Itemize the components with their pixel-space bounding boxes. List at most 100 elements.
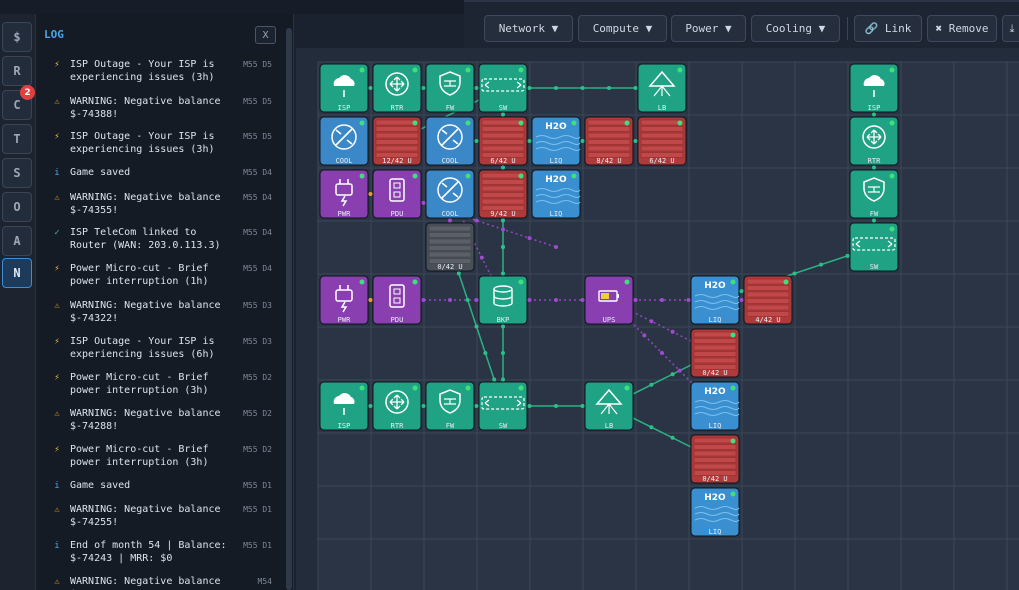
link-button[interactable]: 🔗 Link bbox=[854, 15, 922, 42]
compute-menu-button[interactable]: Compute ▼ bbox=[578, 15, 667, 42]
warning-icon: ⚠ bbox=[54, 409, 60, 419]
cooling-menu-button[interactable]: Cooling ▼ bbox=[751, 15, 840, 42]
status-led-icon bbox=[730, 332, 736, 338]
log-panel: LOG X ⚡ ISP Outage - Your ISP is experien… bbox=[36, 14, 294, 590]
tile-backup[interactable]: BKP bbox=[478, 275, 528, 325]
tile-switch[interactable]: SW bbox=[478, 63, 528, 113]
log-message: WARNING: Negative balance $-74322! bbox=[70, 300, 221, 324]
datacenter-board[interactable]: ISP RTR FW SW LB ISP COOL 12/42 U COOL 6/42 U H2O L… bbox=[296, 48, 1019, 590]
rack-unit-icon bbox=[481, 132, 525, 139]
tile-label: COOL bbox=[442, 210, 459, 218]
tile-rack[interactable]: 6/42 U bbox=[478, 116, 528, 166]
tile-switch[interactable]: SW bbox=[849, 222, 899, 272]
rack-unit-icon bbox=[746, 278, 790, 285]
link-node bbox=[527, 86, 532, 90]
tile-rack[interactable]: 4/42 U bbox=[743, 275, 793, 325]
rack-unit-icon bbox=[481, 119, 525, 126]
tile-rack[interactable]: 9/42 U bbox=[478, 169, 528, 219]
tile-label: LIQ bbox=[550, 157, 563, 165]
tile-rack[interactable]: 8/42 U bbox=[584, 116, 634, 166]
link-node bbox=[819, 262, 823, 267]
nav-btn-r[interactable]: R bbox=[2, 56, 32, 86]
remove-button[interactable]: ✖ Remove bbox=[927, 15, 997, 42]
tile-router[interactable]: RTR bbox=[849, 116, 899, 166]
nav-btn-a[interactable]: A bbox=[2, 226, 32, 256]
tile-label: PWR bbox=[338, 316, 351, 324]
tile-pdu[interactable]: PDU bbox=[372, 275, 422, 325]
tile-loadbalancer[interactable]: LB bbox=[584, 381, 634, 431]
tile-power[interactable]: PWR bbox=[319, 169, 369, 219]
link-node bbox=[421, 298, 426, 302]
board-grid[interactable]: ISP RTR FW SW LB ISP COOL 12/42 U COOL 6/42 U H2O L… bbox=[296, 48, 1019, 590]
extra-tool-button[interactable]: ⤓ bbox=[1002, 15, 1019, 42]
link-node bbox=[456, 271, 461, 276]
link-node bbox=[368, 404, 373, 408]
status-led-icon bbox=[730, 279, 736, 285]
tile-switch[interactable]: SW bbox=[478, 381, 528, 431]
tile-cooler[interactable]: COOL bbox=[425, 116, 475, 166]
rack-unit-icon bbox=[375, 145, 419, 152]
nav-btn-label: O bbox=[13, 200, 21, 214]
log-scrollbar[interactable] bbox=[286, 28, 292, 590]
tile-isp[interactable]: ISP bbox=[849, 63, 899, 113]
lightning-icon: ⚡ bbox=[54, 445, 60, 455]
info-icon: i bbox=[54, 541, 60, 551]
tile-power[interactable]: PWR bbox=[319, 275, 369, 325]
log-scroll-thumb[interactable] bbox=[286, 28, 292, 590]
link-node bbox=[527, 236, 532, 241]
tile-emptyrack[interactable]: 0/42 U bbox=[425, 222, 475, 272]
nav-btn-s[interactable]: S bbox=[2, 158, 32, 188]
nav-btn-money[interactable]: $ bbox=[2, 22, 32, 52]
tile-firewall[interactable]: FW bbox=[425, 63, 475, 113]
log-timestamp: M55 D4 bbox=[243, 228, 272, 237]
link-node bbox=[872, 165, 876, 170]
tile-liquid[interactable]: H2O LIQ bbox=[690, 275, 740, 325]
link-node bbox=[580, 298, 585, 302]
tile-firewall[interactable]: FW bbox=[849, 169, 899, 219]
nav-btn-n[interactable]: N bbox=[2, 258, 32, 288]
tile-router[interactable]: RTR bbox=[372, 63, 422, 113]
info-icon: i bbox=[54, 481, 60, 491]
tile-label: PWR bbox=[338, 210, 351, 218]
tile-cooler[interactable]: COOL bbox=[425, 169, 475, 219]
rack-unit-icon bbox=[746, 285, 790, 291]
tile-loadbalancer[interactable]: LB bbox=[637, 63, 687, 113]
nav-btn-t[interactable]: T bbox=[2, 124, 32, 154]
link-node bbox=[492, 377, 497, 382]
tile-cooler[interactable]: COOL bbox=[319, 116, 369, 166]
tile-rack[interactable]: 12/42 U bbox=[372, 116, 422, 166]
nav-btn-label: N bbox=[13, 266, 21, 280]
log-close-button[interactable]: X bbox=[255, 26, 276, 44]
tile-router[interactable]: RTR bbox=[372, 381, 422, 431]
warning-icon: ⚠ bbox=[54, 505, 60, 515]
tile-firewall[interactable]: FW bbox=[425, 381, 475, 431]
tile-liquid[interactable]: H2O LIQ bbox=[690, 487, 740, 537]
nav-btn-o[interactable]: O bbox=[2, 192, 32, 222]
status-led-icon bbox=[359, 385, 365, 391]
log-title: LOG bbox=[44, 28, 64, 41]
tile-rack[interactable]: 0/42 U bbox=[690, 328, 740, 378]
link-node bbox=[474, 86, 479, 90]
tile-liquid[interactable]: H2O LIQ bbox=[531, 116, 581, 166]
nav-btn-c[interactable]: C2 bbox=[2, 85, 35, 120]
tile-ups[interactable]: UPS bbox=[584, 275, 634, 325]
power-menu-button[interactable]: Power ▼ bbox=[671, 15, 746, 42]
link-node bbox=[872, 112, 876, 117]
tile-liquid[interactable]: H2O LIQ bbox=[690, 381, 740, 431]
tile-rack[interactable]: 6/42 U bbox=[637, 116, 687, 166]
status-led-icon bbox=[412, 173, 418, 179]
log-timestamp: M55 D1 bbox=[243, 481, 272, 490]
tile-isp[interactable]: ISP bbox=[319, 63, 369, 113]
log-timestamp: M55 D5 bbox=[243, 60, 272, 69]
link-node bbox=[474, 324, 479, 329]
status-led-icon bbox=[465, 173, 471, 179]
tile-pdu[interactable]: PDU bbox=[372, 169, 422, 219]
log-timestamp: M55 D2 bbox=[243, 373, 272, 382]
link-node bbox=[527, 139, 532, 143]
tile-rack[interactable]: 0/42 U bbox=[690, 434, 740, 484]
rack-unit-icon bbox=[481, 198, 525, 205]
tile-liquid[interactable]: H2O LIQ bbox=[531, 169, 581, 219]
tile-isp[interactable]: ISP bbox=[319, 381, 369, 431]
network-menu-button[interactable]: Network ▼ bbox=[484, 15, 573, 42]
link-node bbox=[872, 218, 876, 223]
